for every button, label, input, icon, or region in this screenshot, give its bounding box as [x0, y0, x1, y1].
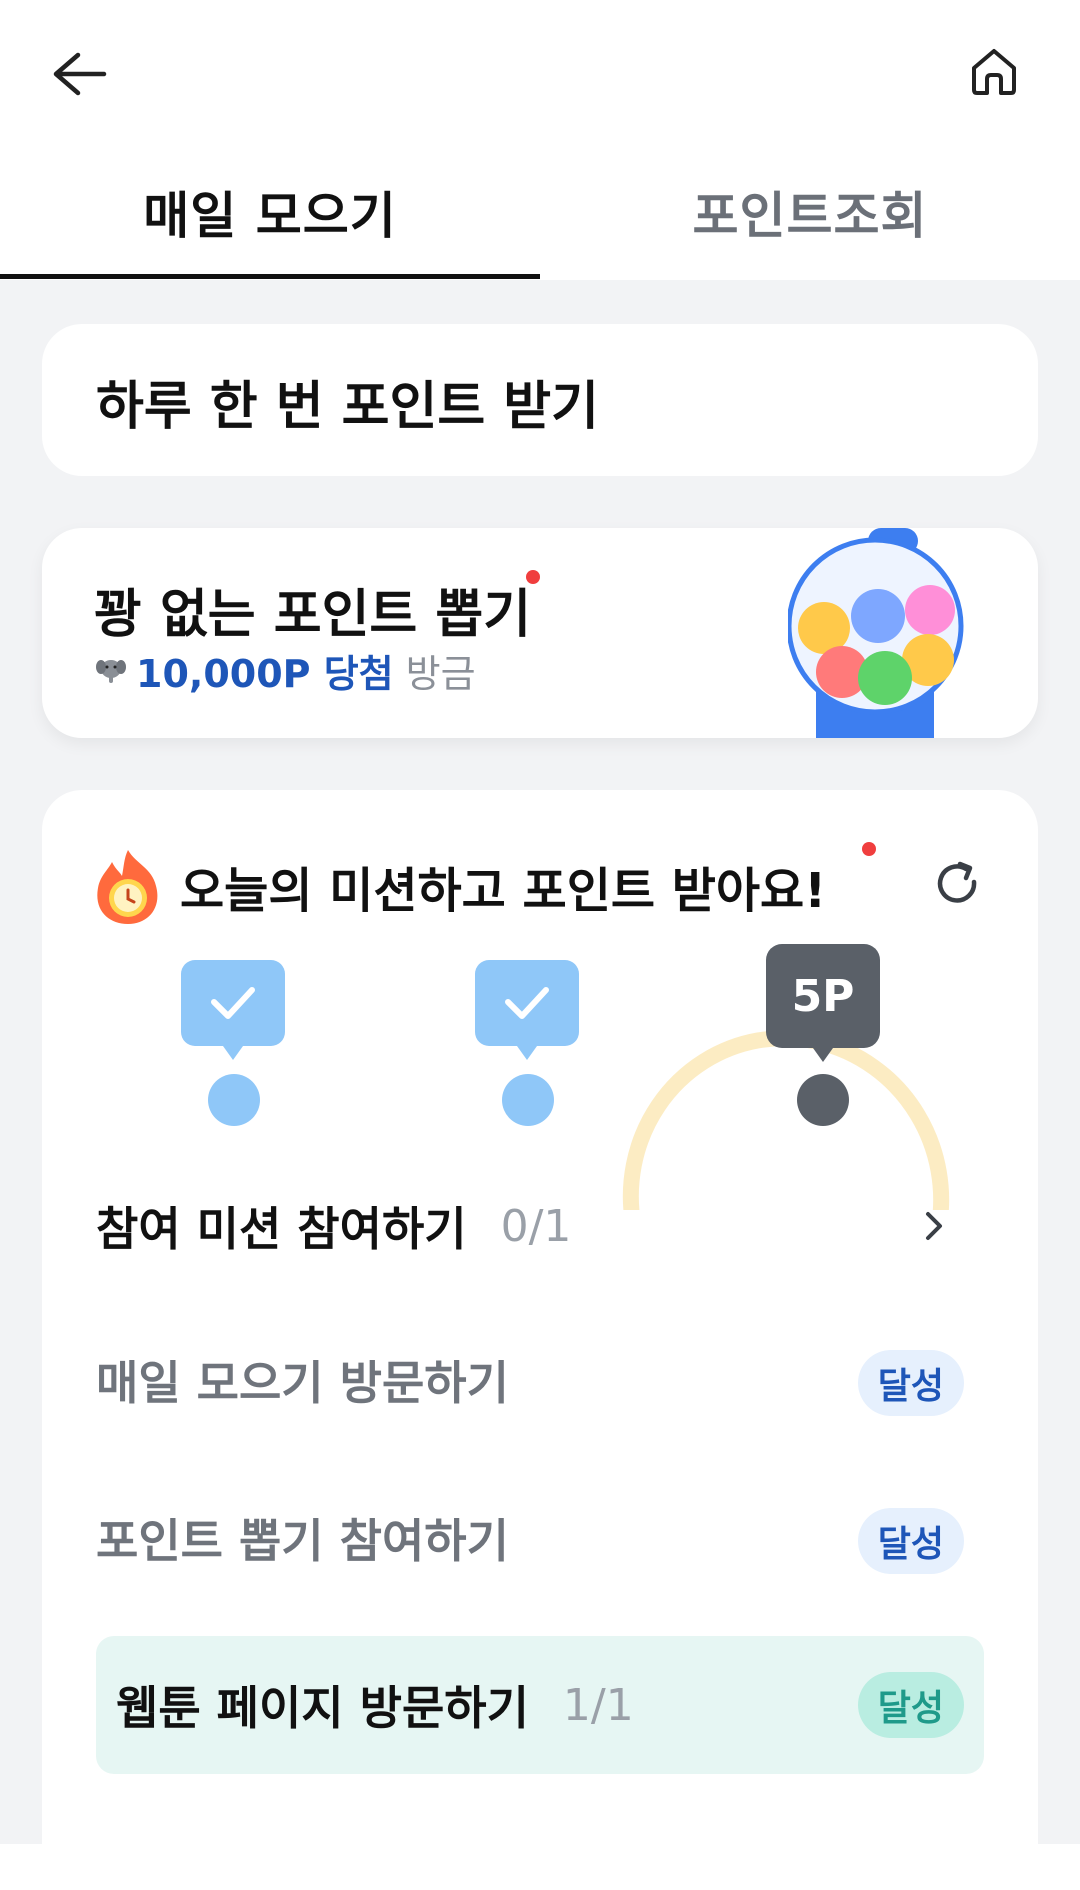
top-bar [0, 0, 1080, 150]
status-badge: 달성 [857, 1508, 964, 1574]
mission-label: 매일 모으기 방문하기 [96, 1356, 509, 1410]
arrow-left-icon [53, 52, 107, 96]
draw-winner-ticker: 10,000P 당첨 방금 [96, 648, 476, 696]
progress-steps [181, 944, 880, 1126]
reward-label: 5P [791, 970, 855, 1022]
new-dot [526, 570, 540, 584]
point-draw-card[interactable]: 꽝 없는 포인트 뽑기 10,000P 당첨 방금 [42, 528, 1038, 738]
mission-label: 참여 미션 참여하기 [96, 1202, 467, 1256]
mission-label: 포인트 뽑기 참여하기 [96, 1514, 509, 1568]
daily-point-title: 하루 한 번 포인트 받기 [96, 377, 599, 437]
content-area: 하루 한 번 포인트 받기 꽝 없는 포인트 뽑기 10,000P 당첨 방금 [0, 280, 1080, 1890]
tab-daily-collect[interactable]: 매일 모으기 [0, 180, 540, 245]
mission-row-webtoon-visit[interactable]: 웹툰 페이지 방문하기 1/1 달성 [96, 1636, 984, 1774]
gumball-machine-icon [788, 528, 964, 738]
status-badge: 달성 [857, 1350, 964, 1416]
daily-point-card[interactable]: 하루 한 번 포인트 받기 [42, 324, 1038, 476]
draw-prize: 10,000P 당첨 [136, 651, 394, 696]
home-button[interactable] [958, 36, 1030, 108]
back-button[interactable] [38, 38, 118, 110]
mission-row-point-draw: 포인트 뽑기 참여하기 달성 [96, 1488, 984, 1588]
tab-bar: 매일 모으기 포인트조회 [0, 150, 1080, 280]
home-icon [972, 49, 1016, 95]
active-tab-indicator [0, 274, 540, 279]
mission-count: 0/1 [500, 1200, 572, 1252]
draw-time: 방금 [405, 651, 476, 696]
point-draw-title: 꽝 없는 포인트 뽑기 [94, 585, 532, 645]
elephant-icon [96, 660, 126, 683]
status-badge: 달성 [857, 1672, 964, 1738]
mission-label: 웹툰 페이지 방문하기 [116, 1681, 529, 1735]
mission-count: 1/1 [562, 1679, 634, 1731]
tab-point-history[interactable]: 포인트조회 [540, 180, 1080, 245]
chevron-right-icon [926, 1212, 942, 1240]
step-2-done [475, 960, 579, 1126]
mission-card: 오늘의 미션하고 포인트 받아요! 5P 참여 미션 참여하기 0/1 매일 모… [42, 790, 1038, 1890]
mission-row-participation[interactable]: 참여 미션 참여하기 0/1 [96, 1176, 984, 1276]
mission-row-visit-daily: 매일 모으기 방문하기 달성 [96, 1330, 984, 1430]
step-1-done [181, 960, 285, 1126]
